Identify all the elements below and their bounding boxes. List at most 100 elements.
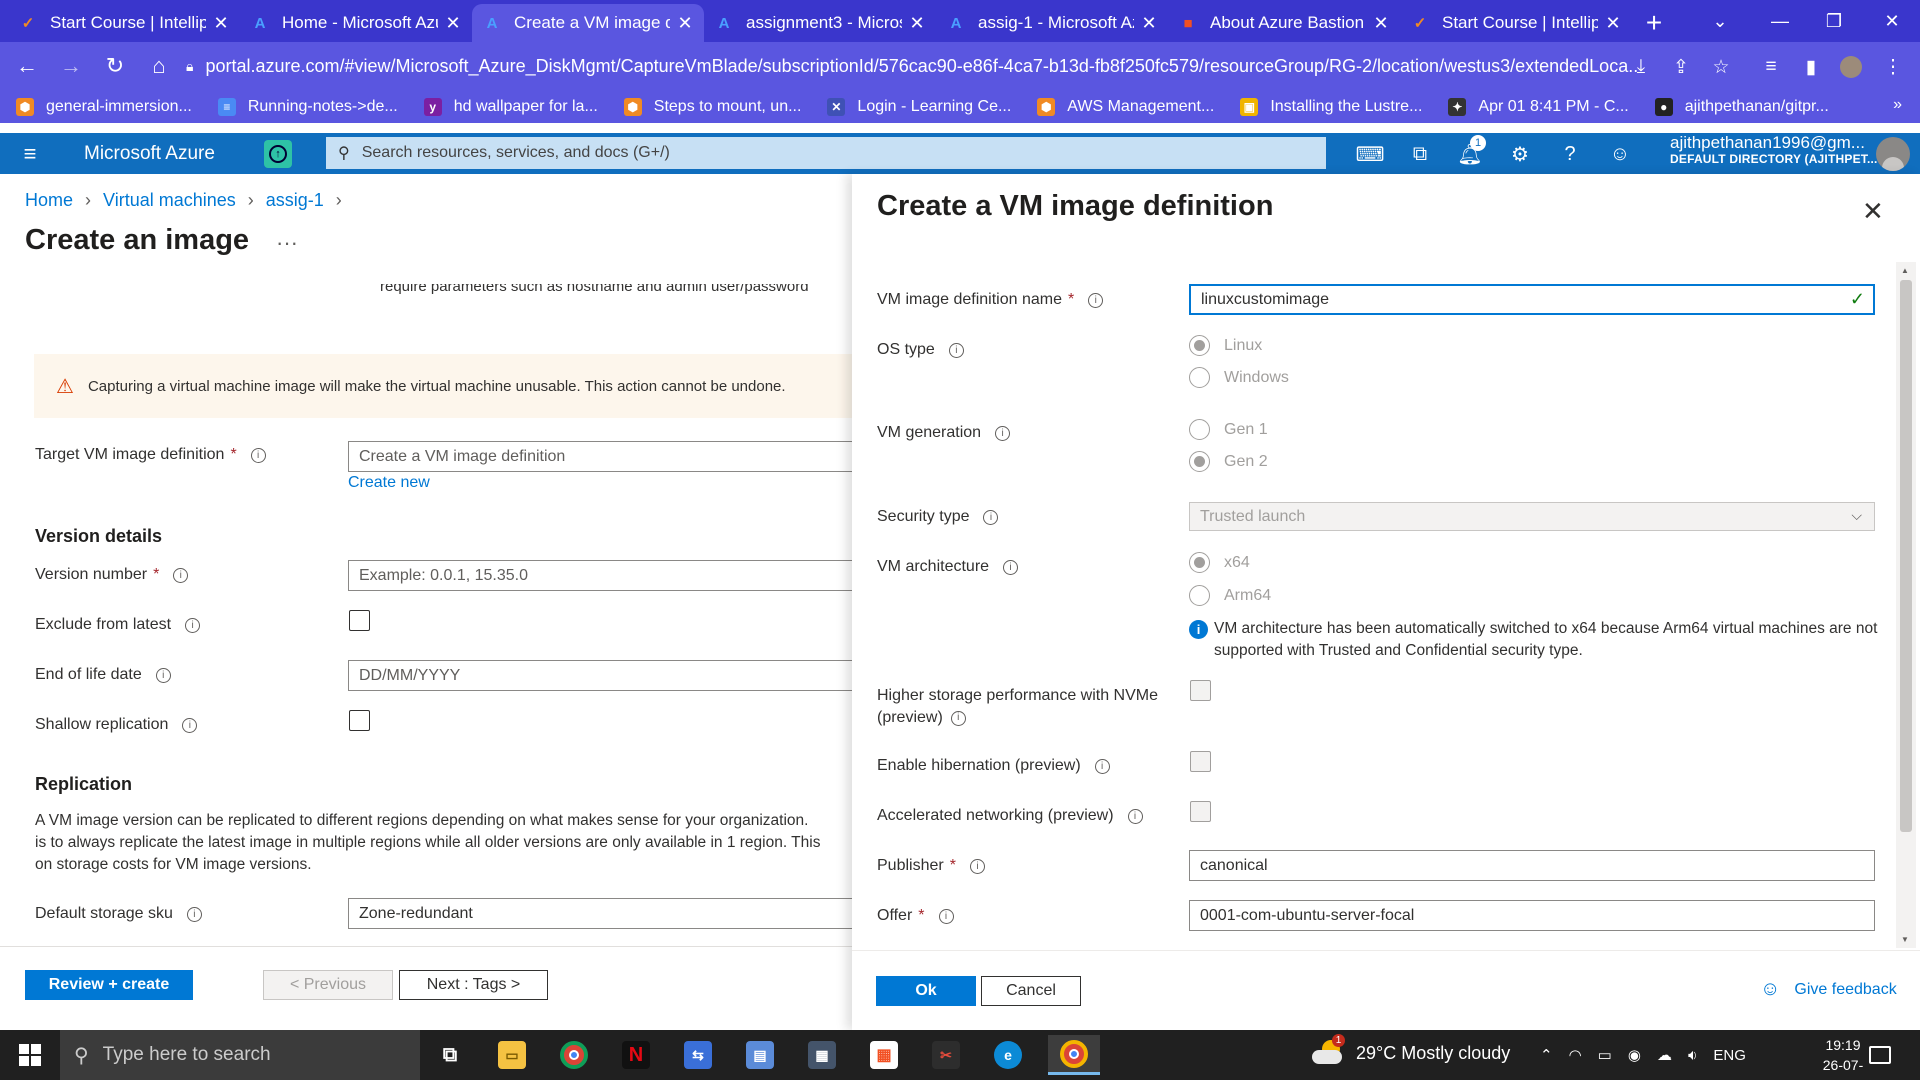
info-icon[interactable]: i [155,667,171,683]
scrollbar-thumb[interactable] [1900,280,1912,832]
microsoft-store-icon[interactable]: ▦ [862,1035,906,1075]
info-icon[interactable]: i [185,617,201,633]
bookmark-item[interactable]: ✕ Login - Learning Ce... [827,97,1011,116]
definition-name-input[interactable]: linuxcustomimage ✓ [1189,284,1875,315]
info-icon[interactable]: i [1003,559,1019,575]
create-new-link[interactable]: Create new [348,474,430,492]
info-icon[interactable]: i [969,858,985,874]
arch-arm64-radio[interactable]: Arm64 [1189,585,1271,606]
publisher-input[interactable]: canonical [1189,850,1875,881]
printer-app-icon[interactable]: ▦ [800,1035,844,1075]
file-explorer-icon[interactable]: ▭ [490,1035,534,1075]
weather-widget[interactable]: 1 29°C Mostly cloudy [1312,1034,1510,1066]
cloud-shell-icon[interactable]: ⌨ [1352,137,1388,171]
chrome-icon[interactable] [552,1035,596,1075]
breadcrumb-virtual-machines[interactable]: Virtual machines [103,190,236,211]
info-icon[interactable]: i [1088,292,1104,308]
notification-center-icon[interactable] [1858,1035,1902,1075]
url-field[interactable]: 🔒︎ portal.azure.com/#view/Microsoft_Azur… [172,50,1640,82]
browser-tab[interactable]: ✓ Start Course | Intellipa ✕ [8,4,240,42]
volume-icon[interactable]: 🔉︎ [1688,1047,1697,1064]
exclude-latest-checkbox[interactable] [349,610,370,631]
info-icon[interactable]: i [1094,758,1110,774]
network-off-icon[interactable]: ☁ [1657,1046,1672,1064]
bookmark-item[interactable]: ▣ Installing the Lustre... [1240,97,1422,116]
feedback-icon[interactable]: ☺ [1602,137,1638,171]
global-search-input[interactable]: ⚲ Search resources, services, and docs (… [326,137,1326,169]
scroll-down-icon[interactable]: ▼ [1901,935,1909,944]
settings-gear-icon[interactable]: ⚙ [1502,137,1538,171]
connection-app-icon[interactable]: ▤ [738,1035,782,1075]
browser-tab[interactable]: ✓ Start Course | Intellipa ✕ [1400,4,1632,42]
share-icon[interactable]: ⇪ [1666,54,1696,80]
netflix-icon[interactable]: N [614,1035,658,1075]
reading-list-icon[interactable]: ≡ [1756,54,1786,80]
bookmark-item[interactable]: ⬢ general-immersion... [16,97,192,116]
reload-icon[interactable]: ↻ [96,47,134,85]
camera-icon[interactable]: ◉ [1628,1046,1641,1064]
wifi-icon[interactable]: ◠ [1569,1046,1582,1064]
tab-close-icon[interactable]: ✕ [444,13,462,34]
minimize-icon[interactable]: — [1750,0,1810,42]
info-icon[interactable]: i [173,567,189,583]
end-of-life-date-input[interactable]: DD/MM/YYYY [348,660,858,691]
tab-close-icon[interactable]: ✕ [1140,13,1158,34]
bookmark-item[interactable]: y hd wallpaper for la... [423,97,598,116]
edge-icon[interactable]: e [986,1035,1030,1075]
chrome-active-window-icon[interactable] [1048,1035,1100,1075]
ok-button[interactable]: Ok [876,976,976,1006]
info-icon[interactable]: i [250,447,266,463]
info-icon[interactable]: i [1127,808,1143,824]
forward-icon[interactable]: → [52,47,90,85]
info-icon[interactable]: i [182,717,198,733]
browser-menu-icon[interactable]: ⋮ [1878,54,1908,80]
browser-tab[interactable]: Aassig-1 - Microsoft Az ✕ [936,4,1168,42]
tab-close-icon[interactable]: ✕ [676,13,694,34]
bookmark-item[interactable]: ⬢ Steps to mount, un... [623,97,801,116]
bookmark-item[interactable]: ≡ Running-notes->de... [217,97,398,116]
arch-x64-radio[interactable]: x64 [1189,552,1250,573]
info-icon[interactable]: i [995,425,1011,441]
battery-icon[interactable]: ▭ [1598,1046,1612,1064]
close-window-icon[interactable]: ✕ [1862,0,1920,42]
bookmark-item[interactable]: ⬢ AWS Management... [1037,97,1214,116]
info-icon[interactable]: i [950,710,966,726]
gen2-radio[interactable]: Gen 2 [1189,451,1268,472]
windows-start-icon[interactable] [8,1035,52,1075]
close-icon[interactable]: ✕ [1862,196,1884,227]
info-icon[interactable]: i [948,342,964,358]
azure-brand[interactable]: Microsoft Azure [84,143,234,165]
tab-close-icon[interactable]: ✕ [212,13,230,34]
install-app-icon[interactable]: ⤓ [1626,54,1656,80]
browser-tab[interactable]: A Create a VM image de ✕ [472,4,704,42]
snipping-tool-icon[interactable]: ✂ [924,1035,968,1075]
security-type-dropdown[interactable]: Trusted launch ⌵ [1189,502,1875,531]
taskbar-search-box[interactable]: ⚲ Type here to search [60,1030,420,1080]
breadcrumb-vm[interactable]: assig-1 [266,190,324,211]
more-options-icon[interactable]: ··· [276,230,298,256]
upgrade-icon[interactable]: ↑ [264,139,292,168]
hibernation-checkbox[interactable] [1190,751,1211,772]
tab-close-icon[interactable]: ✕ [1372,13,1390,34]
info-icon[interactable]: i [983,509,999,525]
accelerated-networking-checkbox[interactable] [1190,801,1211,822]
new-tab-button[interactable]: + [1632,4,1676,42]
info-icon[interactable]: i [938,908,954,924]
bookmark-item[interactable]: ✦ Apr 01 8:41 PM - C... [1448,97,1629,116]
account-menu[interactable]: ajithpethanan1996@gm... DEFAULT DIRECTOR… [1670,134,1878,167]
bookmarks-overflow-icon[interactable]: » [1893,96,1902,114]
target-definition-select[interactable]: Create a VM image definition [348,441,858,472]
chevron-up-icon[interactable]: ⌃ [1540,1046,1553,1064]
side-panel-icon[interactable]: ▮ [1796,54,1826,80]
directory-filter-icon[interactable]: ⧉ [1402,137,1438,171]
user-avatar[interactable] [1876,137,1910,171]
browser-tab[interactable]: ■ About Azure Bastion ✕ [1168,4,1400,42]
tab-close-icon[interactable]: ✕ [908,13,926,34]
nvme-checkbox[interactable] [1190,680,1211,701]
tab-close-icon[interactable]: ✕ [1604,13,1622,34]
notifications-icon[interactable]: 🔔︎ 1 [1452,135,1488,171]
info-icon[interactable]: i [186,906,202,922]
restore-icon[interactable]: ❐ [1804,0,1864,42]
panel-scrollbar[interactable]: ▲ ▼ [1896,262,1916,948]
breadcrumb-home[interactable]: Home [25,190,73,211]
